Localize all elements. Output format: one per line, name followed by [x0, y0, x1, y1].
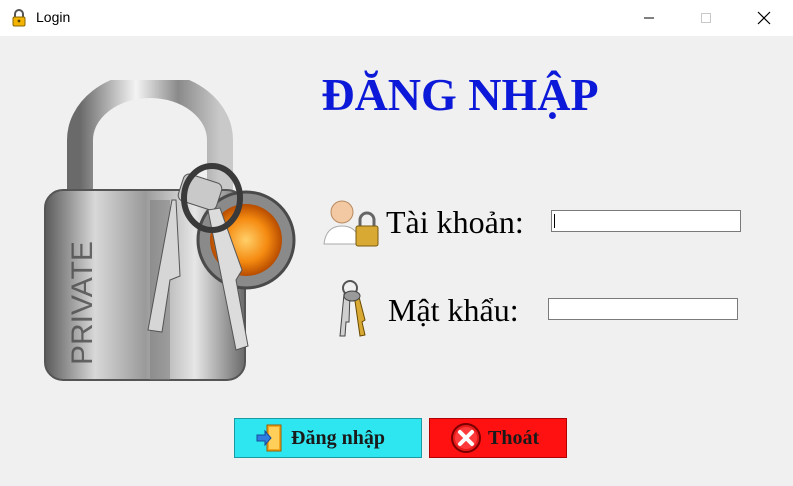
maximize-icon	[701, 13, 711, 23]
login-button-label: Đăng nhập	[291, 426, 385, 449]
password-input[interactable]	[549, 299, 737, 319]
close-button[interactable]	[741, 0, 787, 36]
enter-door-icon	[256, 424, 282, 452]
close-circle-icon	[451, 423, 481, 453]
padlock-illustration: PRIVATE	[44, 80, 296, 381]
page-title: ĐĂNG NHẬP	[321, 69, 599, 120]
minimize-icon	[644, 17, 654, 19]
exit-button-label: Thoát	[488, 426, 540, 449]
lock-engraving-text: PRIVATE	[66, 241, 99, 365]
title-bar: Login	[0, 0, 793, 36]
login-button[interactable]: Đăng nhập	[234, 418, 422, 458]
lock-icon	[12, 9, 26, 27]
keys-icon	[339, 280, 366, 337]
maximize-button[interactable]	[683, 0, 729, 36]
password-field[interactable]	[548, 298, 738, 320]
username-field[interactable]	[551, 210, 741, 232]
exit-button[interactable]: Thoát	[429, 418, 567, 458]
username-input[interactable]	[552, 211, 740, 231]
user-lock-icon	[323, 200, 379, 247]
window-title: Login	[36, 9, 71, 25]
password-label: Mật khẩu:	[388, 292, 519, 328]
minimize-button[interactable]	[626, 0, 672, 36]
username-label: Tài khoản:	[386, 204, 524, 240]
close-icon	[757, 11, 771, 25]
